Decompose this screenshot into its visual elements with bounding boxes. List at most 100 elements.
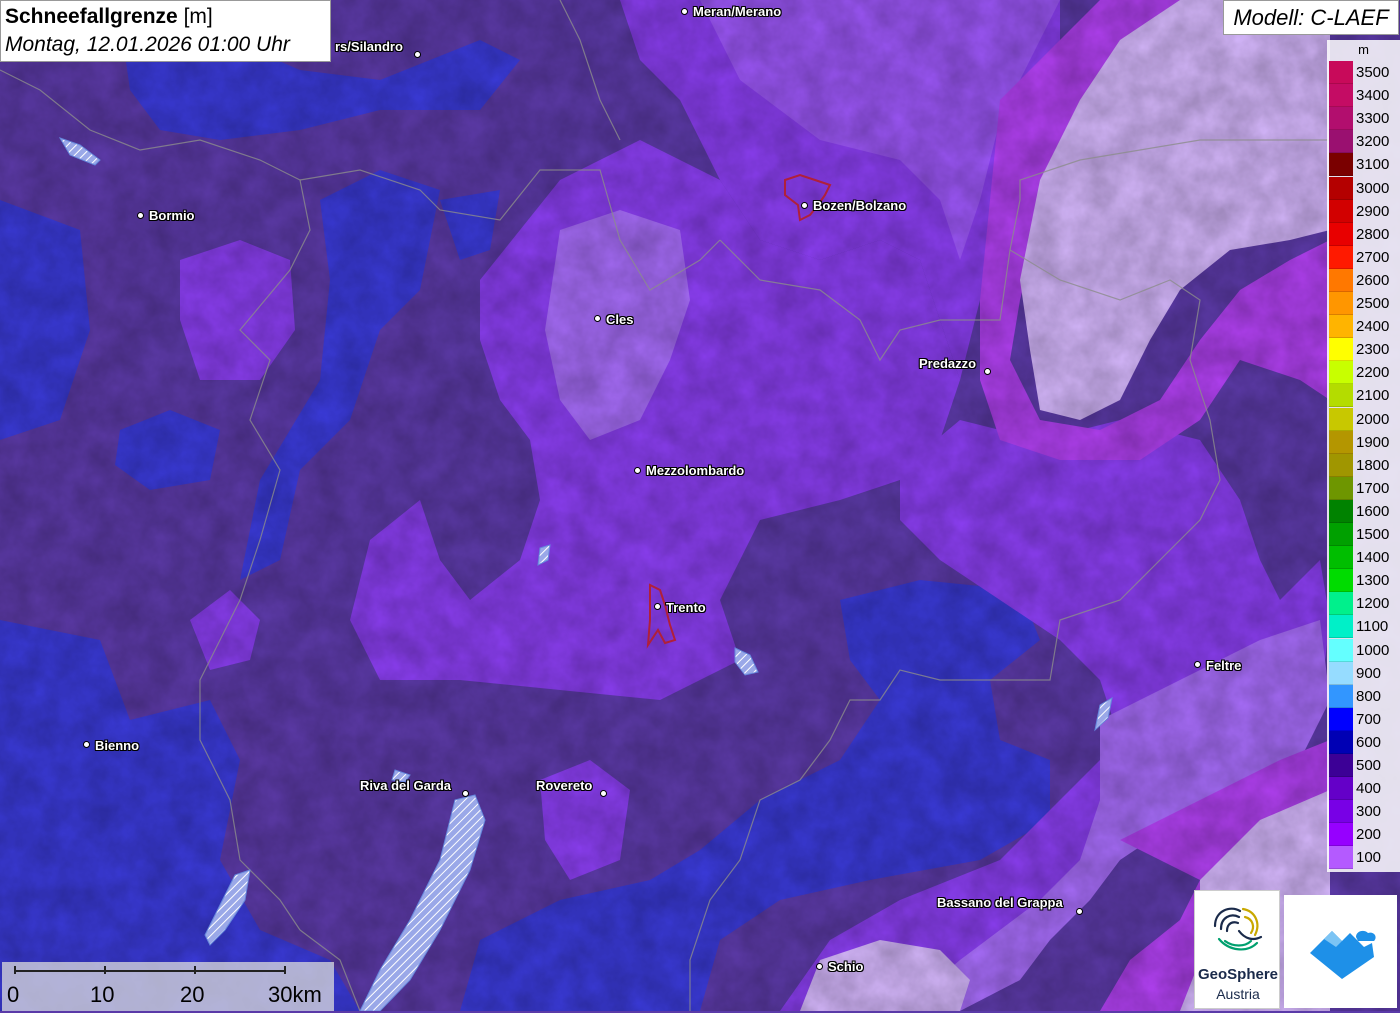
- legend-entry: 1900: [1329, 430, 1399, 454]
- city-label[interactable]: Rovereto: [536, 778, 592, 793]
- legend-label: 900: [1356, 664, 1382, 682]
- legend-swatch: [1329, 153, 1353, 177]
- city-marker-icon[interactable]: [1075, 907, 1083, 915]
- snowfall-line-map[interactable]: [0, 0, 1400, 1011]
- legend-label: 800: [1356, 687, 1382, 705]
- legend-swatch: [1329, 800, 1353, 824]
- legend-swatch: [1329, 592, 1353, 616]
- city-marker-icon[interactable]: [800, 201, 808, 209]
- legend-swatch: [1329, 315, 1353, 339]
- legend-label: 2600: [1356, 271, 1390, 289]
- legend-swatch: [1329, 754, 1353, 777]
- scale-label-20: 20: [180, 982, 205, 1007]
- legend-label: 700: [1356, 710, 1382, 728]
- legend-unit: m: [1358, 42, 1369, 57]
- legend-label: 1300: [1356, 572, 1390, 590]
- city-label[interactable]: Trento: [666, 600, 706, 615]
- legend-entry: 2500: [1329, 292, 1399, 315]
- legend-entry: 200: [1329, 823, 1399, 847]
- legend-swatch: [1329, 499, 1353, 523]
- legend-entry: 2900: [1329, 199, 1399, 223]
- legend-entry: 3000: [1329, 176, 1399, 200]
- legend-entry: 3500: [1329, 61, 1399, 84]
- partner-logo[interactable]: [1284, 895, 1397, 1008]
- legend-entry: 2100: [1329, 384, 1399, 408]
- legend-label: 300: [1356, 803, 1382, 821]
- city-marker-icon[interactable]: [815, 962, 823, 970]
- legend-entry: 700: [1329, 707, 1399, 731]
- city-label[interactable]: Bormio: [149, 208, 195, 223]
- legend-swatch: [1329, 361, 1353, 385]
- legend-entry: 3300: [1329, 107, 1399, 131]
- legend-swatch: [1329, 569, 1353, 593]
- geosphere-logo[interactable]: GeoSphere Austria: [1194, 890, 1280, 1009]
- scale-tick: [14, 966, 16, 974]
- legend-swatch: [1329, 245, 1353, 269]
- city-label[interactable]: rs/Silandro: [335, 39, 403, 54]
- legend-swatch: [1329, 846, 1353, 870]
- legend-swatch: [1329, 707, 1353, 731]
- legend-label: 1800: [1356, 456, 1390, 474]
- city-label[interactable]: Schio: [828, 959, 863, 974]
- legend-swatch: [1329, 523, 1353, 546]
- legend-swatch: [1329, 338, 1353, 362]
- legend-entry: 2300: [1329, 338, 1399, 362]
- city-label[interactable]: Bienno: [95, 738, 139, 753]
- legend-label: 600: [1356, 733, 1382, 751]
- city-label[interactable]: Mezzolombardo: [646, 463, 744, 478]
- city-label[interactable]: Bozen/Bolzano: [813, 198, 906, 213]
- city-marker-icon[interactable]: [136, 211, 144, 219]
- legend-entry: 1200: [1329, 592, 1399, 616]
- legend-swatch: [1329, 430, 1353, 454]
- city-label[interactable]: Feltre: [1206, 658, 1241, 673]
- city-marker-icon[interactable]: [413, 50, 421, 58]
- city-marker-icon[interactable]: [599, 789, 607, 797]
- legend-swatch: [1329, 684, 1353, 708]
- scale-tick: [104, 966, 106, 974]
- legend-swatch: [1329, 107, 1353, 131]
- city-marker-icon[interactable]: [633, 466, 641, 474]
- city-label[interactable]: Meran/Merano: [693, 4, 781, 19]
- city-marker-icon[interactable]: [1193, 660, 1201, 668]
- scale-line: [14, 970, 286, 972]
- legend-label: 3100: [1356, 156, 1390, 174]
- city-marker-icon[interactable]: [983, 367, 991, 375]
- legend-entry: 500: [1329, 754, 1399, 777]
- city-marker-icon[interactable]: [680, 7, 688, 15]
- legend-entry: 3200: [1329, 130, 1399, 154]
- city-marker-icon[interactable]: [653, 602, 661, 610]
- legend-swatch: [1329, 222, 1353, 246]
- title-box: Schneefallgrenze [m] Montag, 12.01.2026 …: [0, 0, 331, 62]
- legend-swatch: [1329, 407, 1353, 431]
- legend-entry: 1100: [1329, 615, 1399, 639]
- city-marker-icon[interactable]: [593, 314, 601, 322]
- legend-swatch: [1329, 476, 1353, 500]
- legend-label: 3400: [1356, 87, 1390, 105]
- legend-label: 2500: [1356, 295, 1390, 312]
- legend-swatch: [1329, 823, 1353, 847]
- legend-entry: 1800: [1329, 453, 1399, 477]
- city-label[interactable]: Cles: [606, 312, 633, 327]
- legend-entry: 3400: [1329, 84, 1399, 108]
- scale-label-0: 0: [7, 982, 20, 1007]
- legend-label: 2900: [1356, 202, 1390, 220]
- map-datetime: Montag, 12.01.2026 01:00 Uhr: [5, 33, 290, 56]
- legend-swatch: [1329, 292, 1353, 315]
- legend-swatch: [1329, 453, 1353, 477]
- legend-swatch: [1329, 638, 1353, 662]
- city-marker-icon[interactable]: [82, 740, 90, 748]
- legend-label: 1500: [1356, 526, 1390, 543]
- legend-swatch: [1329, 61, 1353, 84]
- city-label[interactable]: Bassano del Grappa: [937, 895, 1063, 910]
- legend-label: 3200: [1356, 133, 1390, 151]
- legend-entry: 1500: [1329, 523, 1399, 546]
- city-marker-icon[interactable]: [461, 789, 469, 797]
- city-label[interactable]: Predazzo: [919, 356, 976, 371]
- legend-entry: 1400: [1329, 546, 1399, 570]
- city-label[interactable]: Riva del Garda: [360, 778, 451, 793]
- legend-label: 100: [1356, 849, 1382, 867]
- legend-label: 200: [1356, 826, 1382, 844]
- legend-swatch: [1329, 384, 1353, 408]
- legend-label: 3000: [1356, 179, 1390, 197]
- legend-swatch: [1329, 661, 1353, 685]
